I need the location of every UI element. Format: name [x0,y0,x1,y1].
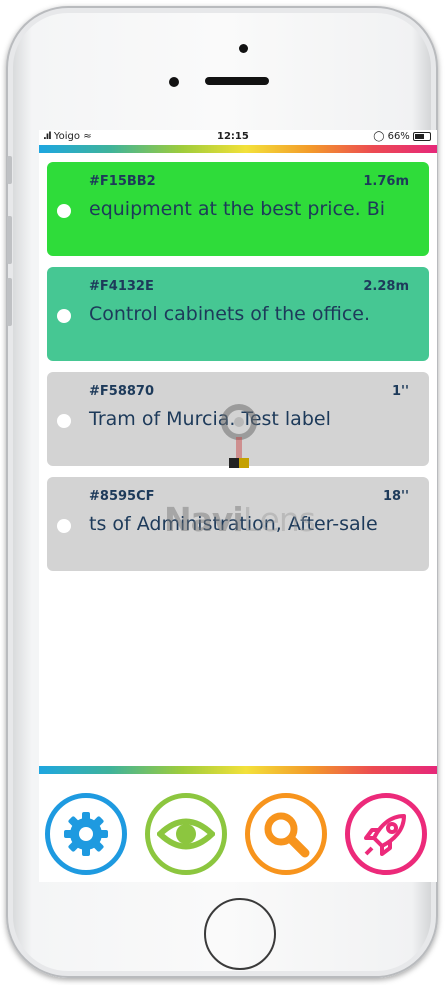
volume-down-button [7,278,12,326]
detected-code-card[interactable]: #F58870 1'' Tram of Murcia. Test label [47,372,429,466]
settings-button[interactable] [45,793,127,875]
eye-icon [157,818,215,850]
battery-status: ◯ 66% [373,131,431,142]
indicator-dot [57,414,71,428]
code-id: #8595CF [89,489,155,504]
code-message: Tram of Murcia. Test label [89,408,331,430]
code-distance: 18'' [382,489,409,504]
detected-code-card[interactable]: #F15BB2 1.76m equipment at the best pric… [47,162,429,256]
status-time: 12:15 [217,131,249,142]
top-color-bar [39,145,437,153]
battery-icon [413,131,431,141]
code-message: Control cabinets of the office. [89,303,371,325]
detected-code-card[interactable]: #F4132E 2.28m Control cabinets of the of… [47,267,429,361]
code-distance: 2.28m [363,279,409,294]
indicator-dot [57,204,71,218]
alarm-icon: ◯ [373,131,385,142]
search-button[interactable] [245,793,327,875]
earpiece-speaker [205,77,269,85]
detected-code-card[interactable]: #8595CF 18'' ts of Administration, After… [47,477,429,571]
front-camera [239,44,248,53]
launch-button[interactable] [345,793,427,875]
code-id: #F4132E [89,279,154,294]
carrier-label: Yoigo [53,131,80,142]
search-icon [264,812,310,858]
code-message: equipment at the best price. Bi [89,198,386,220]
indicator-dot [57,309,71,323]
bottom-color-bar [39,766,437,774]
code-distance: 1.76m [363,174,409,189]
wifi-icon: ≈ [83,131,92,142]
code-distance: 1'' [391,384,409,399]
signal-icon: .ıl [43,131,52,142]
code-id: #F58870 [89,384,154,399]
code-message: ts of Administration, After-sale [89,513,378,535]
code-id: #F15BB2 [89,174,156,189]
home-button[interactable] [204,898,276,970]
proximity-sensor [169,77,179,87]
carrier: .ıl Yoigo ≈ [43,131,92,142]
app-screen: .ıl Yoigo ≈ 12:15 ◯ 66% #F15BB2 1.76m eq… [39,130,437,882]
rocket-icon [364,814,406,856]
mute-switch [7,156,12,184]
view-button[interactable] [145,793,227,875]
gear-icon [64,812,108,856]
indicator-dot [57,519,71,533]
volume-up-button [7,216,12,264]
battery-percent: 66% [387,131,410,142]
status-bar: .ıl Yoigo ≈ 12:15 ◯ 66% [39,130,437,144]
